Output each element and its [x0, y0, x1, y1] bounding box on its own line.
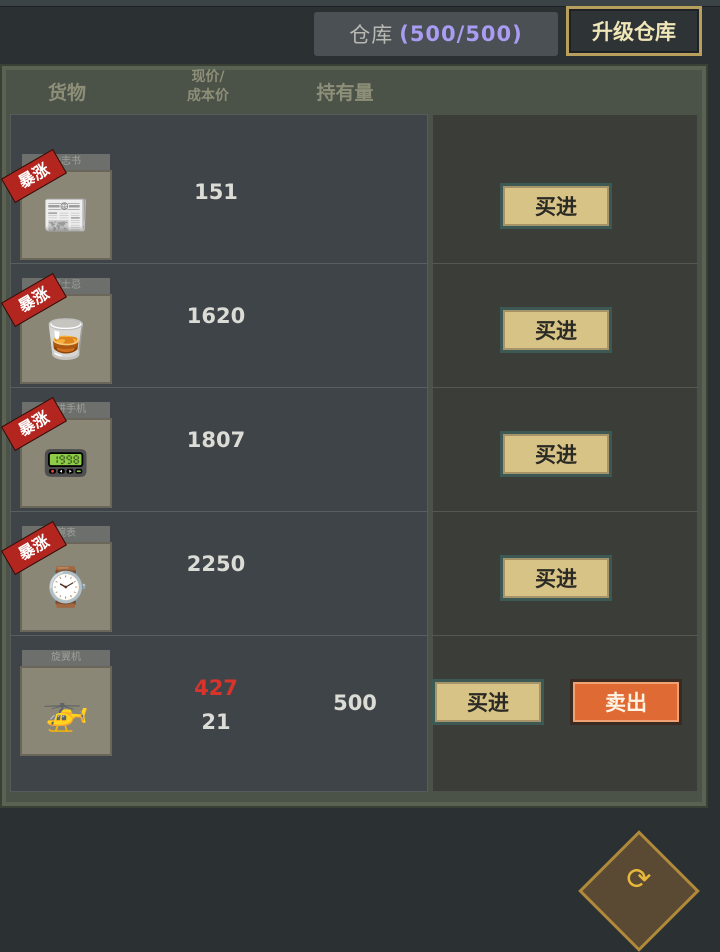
- current-price: 427: [194, 676, 238, 700]
- buy-button[interactable]: 买进: [500, 307, 612, 353]
- header-price-line2: 成本价: [187, 88, 229, 104]
- goods-row: 对讲手机 📟 暴涨 1807 买进: [1, 388, 698, 512]
- warehouse-count: (500/500): [399, 22, 523, 46]
- item-tab: 旋翼机: [22, 650, 110, 666]
- sell-button[interactable]: 卖出: [570, 679, 682, 725]
- goods-row: 威士忌 🥃 暴涨 1620 买进: [1, 264, 698, 388]
- buy-button[interactable]: 买进: [500, 183, 612, 229]
- header-price: 现价/ 成本价: [168, 68, 248, 106]
- buy-button[interactable]: 买进: [500, 431, 612, 477]
- buy-button[interactable]: 买进: [500, 555, 612, 601]
- goods-row: 杂志书 📰 暴涨 151 买进: [1, 140, 698, 264]
- upgrade-warehouse-button[interactable]: 升级仓库: [566, 6, 702, 56]
- goods-row: 腕表 ⌚ 暴涨 2250 买进: [1, 512, 698, 636]
- warehouse-capacity: 仓库 (500/500): [314, 12, 558, 56]
- header-price-line1: 现价/: [191, 69, 225, 85]
- gyrocopter-icon: 🚁: [42, 688, 90, 733]
- warehouse-label: 仓库: [349, 23, 394, 47]
- goods-row: 旋翼机 🚁 427 21 500 买进 卖出: [10, 636, 698, 760]
- item-card[interactable]: 🚁: [20, 666, 112, 756]
- buy-button[interactable]: 买进: [432, 679, 544, 725]
- current-price: 1620: [186, 304, 246, 328]
- current-price: 2250: [186, 552, 246, 576]
- header-goods: 货物: [47, 82, 86, 104]
- holding-quantity: 500: [333, 691, 377, 715]
- header-holding: 持有量: [316, 82, 374, 104]
- current-price: 1807: [186, 428, 246, 452]
- cost-price: 21: [201, 710, 231, 734]
- refresh-icon: ⟳: [626, 862, 652, 897]
- current-price: 151: [194, 180, 238, 204]
